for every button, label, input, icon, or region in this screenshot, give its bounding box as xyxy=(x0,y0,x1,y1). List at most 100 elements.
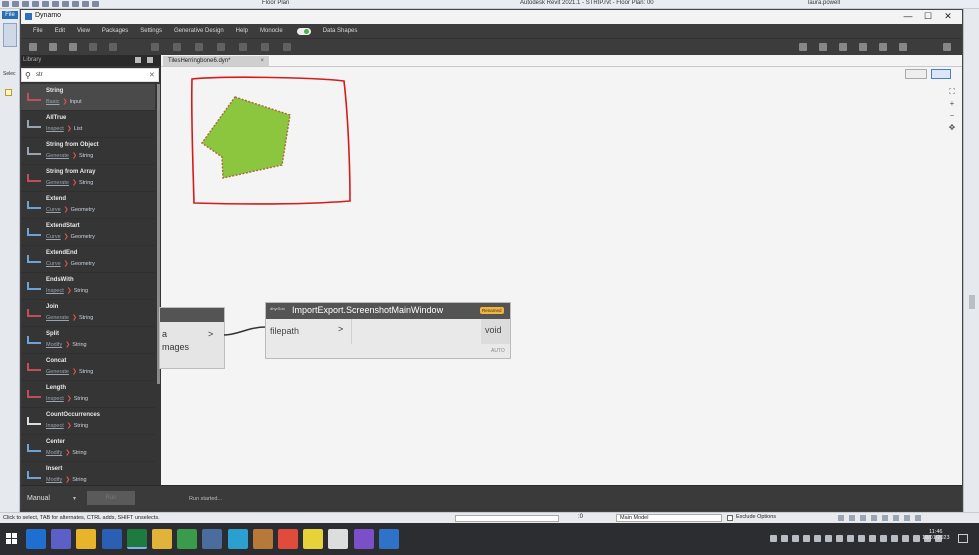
select-pinned-icon[interactable] xyxy=(860,515,866,521)
revit-file-tab[interactable]: File xyxy=(2,11,18,19)
open-icon[interactable] xyxy=(49,43,57,51)
align-icon[interactable] xyxy=(261,43,269,51)
library-item[interactable]: ExtendEnd Curve ❯ Geometry xyxy=(21,246,155,273)
package-icon[interactable] xyxy=(899,43,907,51)
sticky-notes-app-icon[interactable] xyxy=(303,529,324,549)
menu-edit[interactable]: Edit xyxy=(55,28,65,34)
library-item-category[interactable]: Inspect xyxy=(46,126,64,132)
measure-icon[interactable] xyxy=(62,1,69,7)
library-item[interactable]: ExtendStart Curve ❯ Geometry xyxy=(21,219,155,246)
inkscape-app-icon[interactable] xyxy=(328,529,349,549)
visual-studio-app-icon[interactable] xyxy=(353,529,374,549)
align-icon[interactable] xyxy=(217,43,225,51)
zoom-fit-icon[interactable]: ⛶ xyxy=(945,87,959,99)
tray-icon[interactable] xyxy=(814,535,821,542)
revit-logo-icon[interactable] xyxy=(2,1,9,7)
library-item[interactable]: EndsWith Inspect ❯ String xyxy=(21,273,155,300)
menu-help[interactable]: Help xyxy=(236,28,248,34)
warning-icon[interactable] xyxy=(5,89,12,96)
outlook-app-icon[interactable] xyxy=(26,529,46,549)
library-item[interactable]: String from Array Generate ❯ String xyxy=(21,165,155,192)
revit-app-icon[interactable] xyxy=(378,529,399,549)
run-mode-select[interactable]: Manual xyxy=(27,495,50,502)
chrome-app-icon[interactable] xyxy=(76,529,97,549)
library-item[interactable]: CountOccurrences Inspect ❯ String xyxy=(21,408,155,435)
windows-start-icon[interactable] xyxy=(6,533,17,544)
library-item[interactable]: Join Generate ❯ String xyxy=(21,300,155,327)
pan-icon[interactable]: ✥ xyxy=(945,123,959,135)
library-item[interactable]: Center Modify ❯ String xyxy=(21,435,155,462)
tray-icon[interactable] xyxy=(781,535,788,542)
open-icon[interactable] xyxy=(12,1,19,7)
library-item-category[interactable]: Curve xyxy=(46,261,61,267)
chrome-2-app-icon[interactable] xyxy=(278,529,298,549)
menu-view[interactable]: View xyxy=(77,28,90,34)
library-item-category[interactable]: Basic xyxy=(46,99,59,105)
menu-data-shapes[interactable]: Data Shapes xyxy=(323,28,358,34)
run-button[interactable]: Run xyxy=(87,491,135,505)
redo-icon[interactable] xyxy=(42,1,49,7)
tray-icon[interactable] xyxy=(825,535,832,542)
section-icon[interactable] xyxy=(92,1,99,7)
dynamo-2-app-icon[interactable] xyxy=(252,529,273,549)
exclude-options-checkbox[interactable] xyxy=(727,515,733,521)
align-icon[interactable] xyxy=(173,43,181,51)
select-links-icon[interactable] xyxy=(838,515,844,521)
void-output-label[interactable]: void xyxy=(485,325,502,335)
align-icon[interactable] xyxy=(239,43,247,51)
library-item[interactable]: String from Object Generate ❯ String xyxy=(21,138,155,165)
library-item-category[interactable]: Inspect xyxy=(46,396,64,402)
align-icon[interactable] xyxy=(195,43,203,51)
maximize-button[interactable]: ☐ xyxy=(921,11,935,22)
status-input-field[interactable] xyxy=(455,515,559,522)
zoom-out-icon[interactable]: − xyxy=(945,111,959,123)
package-icon[interactable] xyxy=(839,43,847,51)
library-search-input[interactable]: ⚲ str ✕ xyxy=(21,68,159,82)
tray-icon[interactable] xyxy=(891,535,898,542)
word-app-icon[interactable] xyxy=(101,529,122,549)
drag-elements-icon[interactable] xyxy=(882,515,888,521)
library-item[interactable]: AllTrue Inspect ❯ List xyxy=(21,111,155,138)
print-icon[interactable] xyxy=(52,1,59,7)
revit-doc-tab[interactable]: Floor Plan xyxy=(262,0,289,6)
library-item-category[interactable]: Modify xyxy=(46,477,62,483)
menu-generative-design[interactable]: Generative Design xyxy=(174,28,224,34)
3d-view-icon[interactable] xyxy=(82,1,89,7)
tray-icon[interactable] xyxy=(902,535,909,542)
package-icon[interactable] xyxy=(799,43,807,51)
library-item-category[interactable]: Inspect xyxy=(46,288,64,294)
select-underlay-icon[interactable] xyxy=(849,515,855,521)
package-icon[interactable] xyxy=(819,43,827,51)
menu-packages[interactable]: Packages xyxy=(102,28,128,34)
close-tab-icon[interactable]: × xyxy=(260,58,264,64)
tray-icon[interactable] xyxy=(858,535,865,542)
package-icon[interactable] xyxy=(859,43,867,51)
tray-icon[interactable] xyxy=(770,535,777,542)
screenshot-node[interactable]: dhyrSon ImportExport.ScreenshotMainWindo… xyxy=(265,302,511,359)
workspace-tab[interactable]: TilesHerringbone6.dyn* × xyxy=(163,56,269,66)
notification-icon[interactable] xyxy=(958,534,968,543)
filepath-input-port[interactable]: > xyxy=(338,324,350,337)
toggle-icon[interactable] xyxy=(296,27,311,35)
library-item-category[interactable]: Generate xyxy=(46,369,69,375)
model-select[interactable]: Main Model xyxy=(616,514,722,522)
library-item-category[interactable]: Generate xyxy=(46,153,69,159)
clear-search-icon[interactable]: ✕ xyxy=(149,71,155,79)
input-node-output-port[interactable]: > xyxy=(208,329,222,343)
select-by-face-icon[interactable] xyxy=(871,515,877,521)
align-icon[interactable] xyxy=(283,43,291,51)
clock[interactable]: 11:46 18/01/2023 xyxy=(922,529,950,541)
dynamo-app-icon[interactable] xyxy=(177,529,198,549)
revit-user[interactable]: laura.powell xyxy=(808,0,840,6)
zoom-in-icon[interactable]: + xyxy=(945,99,959,111)
graph-view-button[interactable] xyxy=(931,69,951,79)
library-item[interactable]: String Basic ❯ Input xyxy=(21,84,155,111)
layout-icon[interactable] xyxy=(147,57,153,63)
tray-icon[interactable] xyxy=(869,535,876,542)
input-node-header[interactable] xyxy=(160,308,224,322)
align-icon[interactable] xyxy=(151,43,159,51)
library-item-category[interactable]: Inspect xyxy=(46,423,64,429)
filter-icon[interactable] xyxy=(135,57,141,63)
save-icon[interactable] xyxy=(69,43,77,51)
undo-icon[interactable] xyxy=(32,1,39,7)
